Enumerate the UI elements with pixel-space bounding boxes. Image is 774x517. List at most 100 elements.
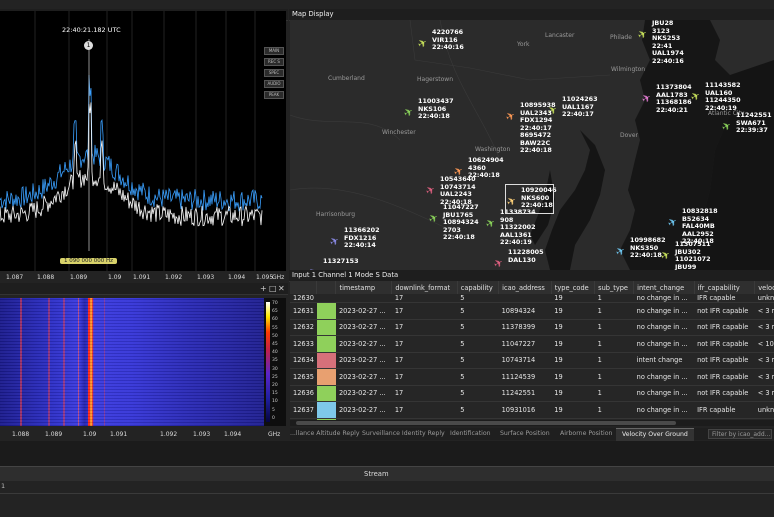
map-place-label: York: [517, 41, 530, 48]
col-type-code[interactable]: type_code: [551, 281, 596, 294]
col-ifr-capability[interactable]: ifr_capability: [694, 281, 756, 294]
cell-st: 1: [594, 352, 634, 369]
waterfall-undock-icon[interactable]: □: [269, 284, 277, 293]
filter-input[interactable]: Filter by icao_add...: [708, 429, 772, 439]
row-color-swatch: [316, 352, 336, 369]
tab-surface-position[interactable]: Surface Position: [500, 428, 552, 440]
spectrum-button-stack: MAIN REC S SPEC AUDIO PEAK: [264, 47, 284, 102]
aircraft-label[interactable]: 10543640 10743714 UAL2243 22:40:18: [440, 175, 476, 206]
cell-ifr: IFR capable: [694, 401, 755, 419]
cell-intent: no change in ...: [633, 368, 695, 386]
cell-vel: < 3 m/sec horizontal, ...: [754, 302, 774, 320]
cell-st: 1: [594, 319, 634, 336]
table-header-row: timestamp downlink_format capability ica…: [290, 281, 774, 294]
table-row[interactable]: 12630 17 5 19 1 no change in ... IFR capabl…: [290, 294, 774, 303]
cell-ifr: not IFR capable: [694, 385, 755, 402]
map-place-label: Harrisonburg: [316, 211, 356, 218]
table-row[interactable]: 12631 2023-02-27 ... 17 5 10894324 19 1 no chan…: [290, 302, 774, 320]
table-scrollbar[interactable]: [290, 420, 774, 426]
spectrum-plot[interactable]: 22:40:21.182 UTC 1 1 090 000 000 Hz MAIN…: [0, 11, 286, 271]
cell-ifr: not IFR capable: [694, 352, 755, 369]
stream-label: Stream: [364, 470, 389, 478]
waterfall-close-icon[interactable]: ✕: [278, 284, 285, 293]
cell-cap: 5: [457, 319, 499, 336]
tab-airborne-position[interactable]: Airborne Position: [560, 428, 614, 440]
aircraft-label[interactable]: 11143582 UAL160 11244350 22:40:19: [705, 81, 741, 112]
aircraft-label[interactable]: JBU28 3123 NKS253 22:41 UAL1974 22:40:16: [652, 20, 684, 65]
aircraft-label[interactable]: 11024263 UAL1167 22:40:17: [562, 95, 598, 119]
selected-aircraft-highlight: [505, 184, 554, 214]
aircraft-label[interactable]: 11307511 JBU302 11021072 JBU99: [675, 240, 711, 270]
cell-icao: 10743714: [498, 352, 552, 369]
main-button[interactable]: MAIN: [264, 47, 284, 55]
cell-cap: 5: [457, 352, 499, 369]
table-row[interactable]: 12633 2023-02-27 ... 17 5 11047227 19 1 no chan…: [290, 335, 774, 353]
cell-vel: < 3 m/sec horizontal, ...: [754, 385, 774, 402]
col-sub-type[interactable]: sub_type: [594, 281, 635, 294]
map-display[interactable]: York Lancaster Philade Cumberland Hagerstown…: [290, 20, 774, 270]
peak-button[interactable]: PEAK: [264, 91, 284, 99]
cell-icao: 11047227: [498, 335, 552, 353]
cell-id: 12636: [290, 385, 317, 402]
cell-st: 1: [594, 401, 634, 419]
aircraft-label[interactable]: 11242551 SWA671 22:39:37: [736, 111, 772, 135]
aircraft-label[interactable]: 11003437 NKS106 22:40:18: [418, 97, 454, 121]
aircraft-label[interactable]: 11327153: [323, 257, 359, 266]
cell-tc: 19: [551, 368, 595, 386]
tab-velocity-over-ground[interactable]: Velocity Over Ground: [616, 428, 694, 441]
cell-intent: no change in ...: [633, 302, 695, 320]
col-downlink-format[interactable]: downlink_format: [391, 281, 458, 294]
rec-button[interactable]: REC S: [264, 58, 284, 66]
spectrum-x-axis: 1.087 1.088 1.089 1.09 1.091 1.092 1.093…: [6, 274, 285, 281]
cell-tc: 19: [551, 401, 595, 419]
aircraft-label[interactable]: 11338734 908 11322002 AAL1361 22:40:19: [500, 208, 536, 247]
aircraft-label[interactable]: 10895938 UAL2343 FDX1294 22:40:17 869547…: [520, 101, 556, 155]
col-icao-address[interactable]: icao_address: [498, 281, 552, 294]
status-left: 1: [1, 482, 6, 490]
cell-df: 17: [391, 385, 458, 402]
cell-vel: < 3 m/sec horizontal, ...: [754, 368, 774, 386]
cell-st: 1: [594, 368, 634, 386]
stream-bar[interactable]: Stream: [0, 466, 774, 481]
aircraft-label[interactable]: 11047227 JBU1765 10894324 2703 22:40:18: [443, 203, 479, 242]
cell-tc: 19: [551, 352, 595, 369]
col-velocity-uncertainty[interactable]: velocity_uncertainty: [754, 281, 774, 294]
tab-surveillance-identity[interactable]: Surveillance Identity Reply: [362, 428, 445, 440]
col-capability[interactable]: capability: [457, 281, 500, 294]
waterfall-plot[interactable]: [0, 298, 264, 426]
map-title: Map Display: [292, 10, 334, 18]
table-row[interactable]: 12632 2023-02-27 ... 17 5 11378399 19 1 no chan…: [290, 319, 774, 336]
cell-id: 12634: [290, 352, 317, 369]
waterfall-panel-header: [0, 283, 288, 295]
row-color-swatch: [316, 401, 336, 419]
aircraft-label[interactable]: 11366202 FDX1216 22:40:14: [344, 226, 380, 250]
mode-s-data-table[interactable]: timestamp downlink_format capability ica…: [290, 281, 774, 420]
col-timestamp[interactable]: timestamp: [335, 281, 393, 294]
col-intent-change[interactable]: intent_change: [633, 281, 695, 294]
tab-surveillance-altitude[interactable]: ...llance Altitude Reply: [290, 428, 360, 440]
aircraft-label[interactable]: 4220766 VIR116 22:40:16: [432, 28, 464, 52]
cell-id: 12631: [290, 302, 317, 320]
map-place-label: Philade: [610, 34, 632, 41]
cell-df: 17: [391, 401, 458, 419]
audio-button[interactable]: AUDIO: [264, 80, 284, 88]
cell-id: 12632: [290, 319, 317, 336]
status-area: [0, 441, 774, 466]
table-row[interactable]: 12634 2023-02-27 ... 17 5 10743714 19 1 intent …: [290, 352, 774, 369]
waterfall-add-icon[interactable]: +: [260, 284, 267, 293]
cell-timestamp: 2023-02-27 ...: [335, 401, 392, 419]
table-row[interactable]: 12637 2023-02-27 ... 17 5 10931016 19 1 no chan…: [290, 401, 774, 419]
table-row[interactable]: 12636 2023-02-27 ... 17 5 11242551 19 1 no chan…: [290, 385, 774, 402]
tab-identification[interactable]: Identification: [450, 428, 492, 440]
cell-icao: 11124539: [498, 368, 552, 386]
cell-cap: 5: [457, 302, 499, 320]
cell-intent: no change in ...: [633, 319, 695, 336]
cell-ifr: not IFR capable: [694, 319, 755, 336]
spectrum-marker[interactable]: 1: [84, 41, 93, 50]
cell-df: 17: [391, 335, 458, 353]
table-row[interactable]: 12635 2023-02-27 ... 17 5 11124539 19 1 no chan…: [290, 368, 774, 386]
cell-timestamp: 2023-02-27 ...: [335, 368, 392, 386]
spec-button[interactable]: SPEC: [264, 69, 284, 77]
aircraft-label[interactable]: 11228005 DAL130: [508, 248, 544, 264]
aircraft-label[interactable]: 11373804 AAL1783 11368186 22:40:21: [656, 83, 692, 114]
